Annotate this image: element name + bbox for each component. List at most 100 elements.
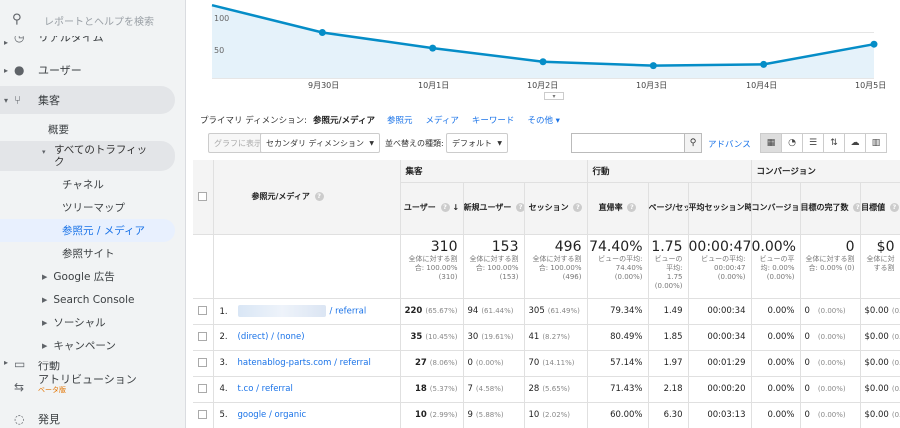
performance-view-icon[interactable]: ☰ [802,133,824,153]
total-avg-duration: 00:00:47 ビューの平均: 00:00:47 (0.00%) [688,234,752,299]
table-group-header: 参照元/メディア ? 集客 行動 コンバージョン [193,160,900,235]
source-medium-cell[interactable]: 5. google / organic [213,402,401,428]
column-header-new-users[interactable]: 新規ユーザー ? [463,182,525,235]
search-icon[interactable]: ⚲ [684,133,702,153]
sort-type-select[interactable]: デフォルト ▼ [446,133,508,153]
sidebar-item-attribution[interactable]: ⇆ アトリビューション ベータ版 [0,371,185,403]
table-row: 4. t.co / referral 18 (5.37%) 7 (4.58%) 28(… [193,376,900,403]
group-header-conversion: コンバージョン [751,160,900,183]
total-bounce-rate: 74.40% ビューの平均: 74.40% (0.00%) [587,234,649,299]
source-medium-cell[interactable]: 1. / referral [213,298,401,325]
sidebar-item-all-traffic[interactable]: ▾ すべてのトラフィック [0,141,175,171]
help-icon[interactable]: ? [853,203,859,212]
attribution-icon: ⇆ [14,380,25,394]
data-point[interactable] [649,62,657,70]
source-medium-cell[interactable]: 4. t.co / referral [213,376,401,403]
sidebar: ⚲ レポートとヘルプを検索 ▸ ◷ リアルタイム ▸ ● ユーザー ▾ ⑂ 集客… [0,0,186,428]
dimension-option-medium[interactable]: メディア [426,114,459,126]
table-search-input[interactable] [571,133,685,153]
help-icon[interactable]: ? [889,203,899,212]
source-medium-cell[interactable]: 3. hatenablog-parts.com / referral [213,350,401,377]
row-checkbox[interactable] [193,298,214,325]
x-tick-label: 10月4日 [746,81,778,90]
row-checkbox[interactable] [193,350,214,377]
search-placeholder: レポートとヘルプを検索 [44,16,154,28]
sidebar-item-search-console[interactable]: ▶ Search Console [0,288,185,311]
sidebar-item-social[interactable]: ▶ ソーシャル [0,311,185,334]
select-all-checkbox[interactable] [193,160,214,235]
secondary-dimension-select[interactable]: セカンダリ ディメンション ▼ [260,133,380,153]
column-header-pages-per-session[interactable]: ページ/セッション ? [648,182,689,235]
primary-dimension-label: プライマリ ディメンション: [200,116,307,126]
column-header-users[interactable]: ユーザー ? ↓ [400,182,464,235]
chevron-down-icon: ▾ [4,95,9,105]
total-new-users: 153 全体に対する割合: 100.00% (153) [463,234,525,299]
column-header-goal-completions[interactable]: 目標の完了数 ? [800,182,861,235]
data-point[interactable] [429,44,437,52]
sidebar-item-treemap[interactable]: ツリーマップ [0,196,185,219]
column-header-conversion-rate[interactable]: コンバージョン率 ? [751,182,801,235]
sidebar-item-source-medium[interactable]: 参照元 / メディア [0,219,175,242]
chart-resize-handle[interactable]: ▾ [544,92,564,100]
table-toolbar: グラフに表示 セカンダリ ディメンション ▼ 並べ替えの種類: デフォルト ▼ ⚲ … [196,133,900,155]
term-cloud-icon[interactable]: ☁ [844,133,866,153]
sidebar-item-users[interactable]: ▸ ● ユーザー [0,56,185,84]
chevron-right-icon: ▸ [4,361,9,367]
help-icon[interactable]: ? [573,203,583,212]
data-point[interactable] [318,29,326,36]
help-icon[interactable]: ? [314,192,324,202]
chevron-right-icon: ▸ [4,65,9,75]
data-point[interactable] [539,58,547,66]
table-row: 2. (direct) / (none) 35 (10.45%) 30 (19.61%… [193,324,900,351]
x-tick-label: 9月30日 [308,81,340,90]
search-icon: ⚲ [12,12,22,27]
help-icon[interactable]: ? [440,203,450,212]
x-tick-label: 10月2日 [527,81,559,90]
data-point[interactable] [870,40,878,48]
row-checkbox[interactable] [193,324,214,351]
sidebar-search[interactable]: ⚲ レポートとヘルプを検索 [0,0,185,40]
sidebar-item-behavior[interactable]: ▸ ▭ 行動 [0,361,185,371]
column-header-goal-value[interactable]: 目標値 ? [860,182,900,235]
table-row: 1. / referral 220 (65.67%) 94 (61.44%) 305(… [193,298,900,325]
pivot-view-icon[interactable]: ▥ [865,133,887,153]
source-medium-cell[interactable]: 2. (direct) / (none) [213,324,401,351]
sidebar-item-realtime[interactable]: ▸ ◷ リアルタイム [0,36,185,48]
chevron-right-icon: ▶ [42,318,48,327]
table-view-icon[interactable]: ▦ [760,133,782,153]
sidebar-item-google-ads[interactable]: ▶ Google 広告 [0,265,185,288]
sidebar-item-discover[interactable]: ◌ 発見 [0,405,185,428]
chevron-right-icon: ▸ [4,37,9,47]
dimension-option-other[interactable]: その他 ▾ [527,114,559,126]
column-header-bounce-rate[interactable]: 直帰率 ? [587,182,649,235]
row-checkbox[interactable] [193,402,214,428]
series-area [212,5,874,79]
dimension-option-source[interactable]: 参照元 [387,114,413,126]
comparison-view-icon[interactable]: ⇅ [823,133,845,153]
row-checkbox[interactable] [193,376,214,403]
column-header-avg-duration[interactable]: 平均セッション時間 ? [688,182,752,235]
x-tick-label: 10月3日 [636,81,668,90]
person-icon: ● [14,63,25,77]
total-conversion-rate: 0.00% ビューの平均: 0.00% (0.00%) [751,234,801,299]
acquisition-icon: ⑂ [14,93,22,107]
total-users: 310 全体に対する割合: 100.00% (310) [400,234,464,299]
help-icon[interactable]: ? [516,203,523,212]
data-point[interactable] [760,60,768,68]
sidebar-item-overview[interactable]: 概要 [0,118,185,141]
y-tick-label: 100 [214,14,230,23]
help-icon[interactable]: ? [627,203,637,212]
pie-view-icon[interactable]: ◔ [781,133,803,153]
advanced-filter-link[interactable]: アドバンス [708,138,751,150]
column-header-sessions[interactable]: セッション ? [524,182,588,235]
sidebar-item-channels[interactable]: チャネル [0,173,185,196]
sidebar-item-acquisition[interactable]: ▾ ⑂ 集客 [0,86,175,114]
sidebar-item-referrals[interactable]: 参照サイト [0,242,185,265]
table-row: 5. google / organic 10 (2.99%) 9 (5.88%) 10… [193,402,900,428]
chevron-down-icon: ▾ [42,148,46,156]
dimension-option-keyword[interactable]: キーワード [472,114,515,126]
plot-rows-button[interactable]: グラフに表示 [208,133,268,153]
sidebar-item-campaigns[interactable]: ▶ キャンペーン [0,334,185,357]
column-header-source-medium[interactable]: 参照元/メディア ? [213,160,401,235]
x-tick-label: 10月5日 [855,81,887,90]
